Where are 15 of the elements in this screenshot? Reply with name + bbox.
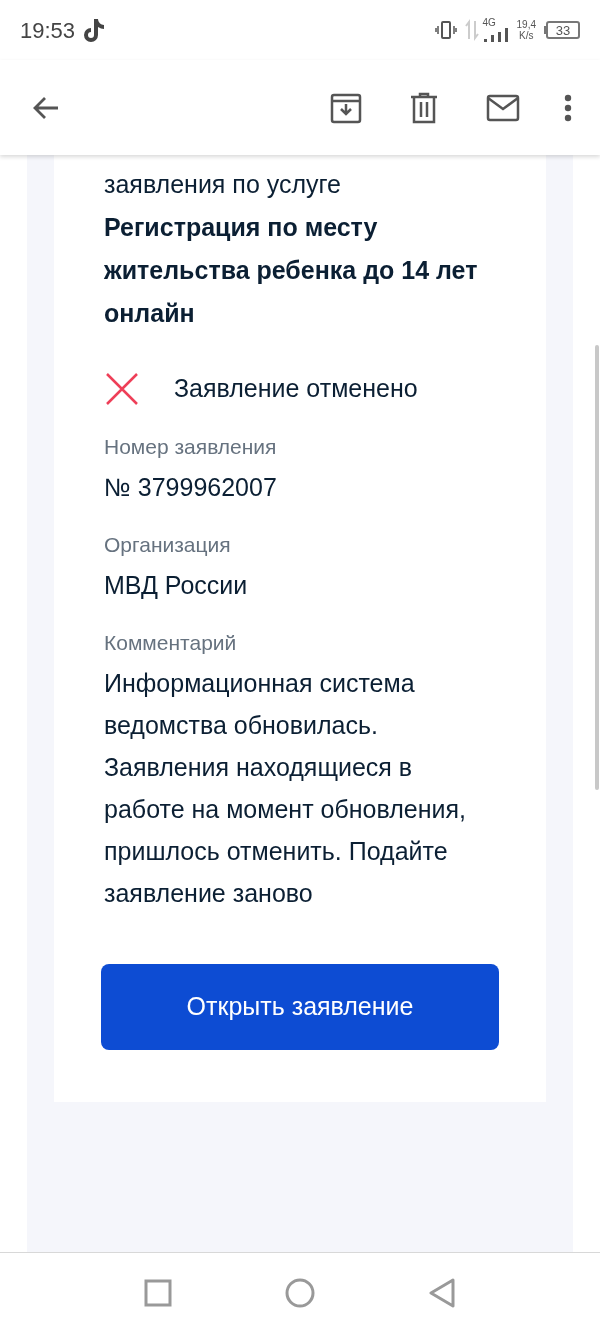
field-label: Организация: [104, 532, 232, 558]
field-label: Комментарий: [104, 630, 238, 656]
field-value: Информационная система ведомства обновилась. Заявления находящиеся в работе на момент обновления, пришлось отменить. Подайте заявление заново: [104, 668, 467, 909]
speed-value: 19,4: [516, 19, 536, 30]
network-type: 4G: [482, 18, 496, 28]
battery: 33: [546, 21, 580, 39]
status-text: Заявление отменено: [174, 373, 418, 404]
clock: 19:53: [20, 16, 76, 45]
service-title: Регистрация по месту жительства ребенка до 14 лет онлайн: [104, 212, 479, 329]
open-application-button[interactable]: Открыть заявление: [101, 964, 499, 1050]
field-label: Номер заявления: [104, 434, 278, 460]
speed-unit: K/s: [519, 30, 534, 41]
service-intro: заявления по услуге: [104, 169, 343, 200]
field-value: МВД России: [104, 570, 249, 601]
field-value: № 3799962007: [104, 472, 278, 503]
